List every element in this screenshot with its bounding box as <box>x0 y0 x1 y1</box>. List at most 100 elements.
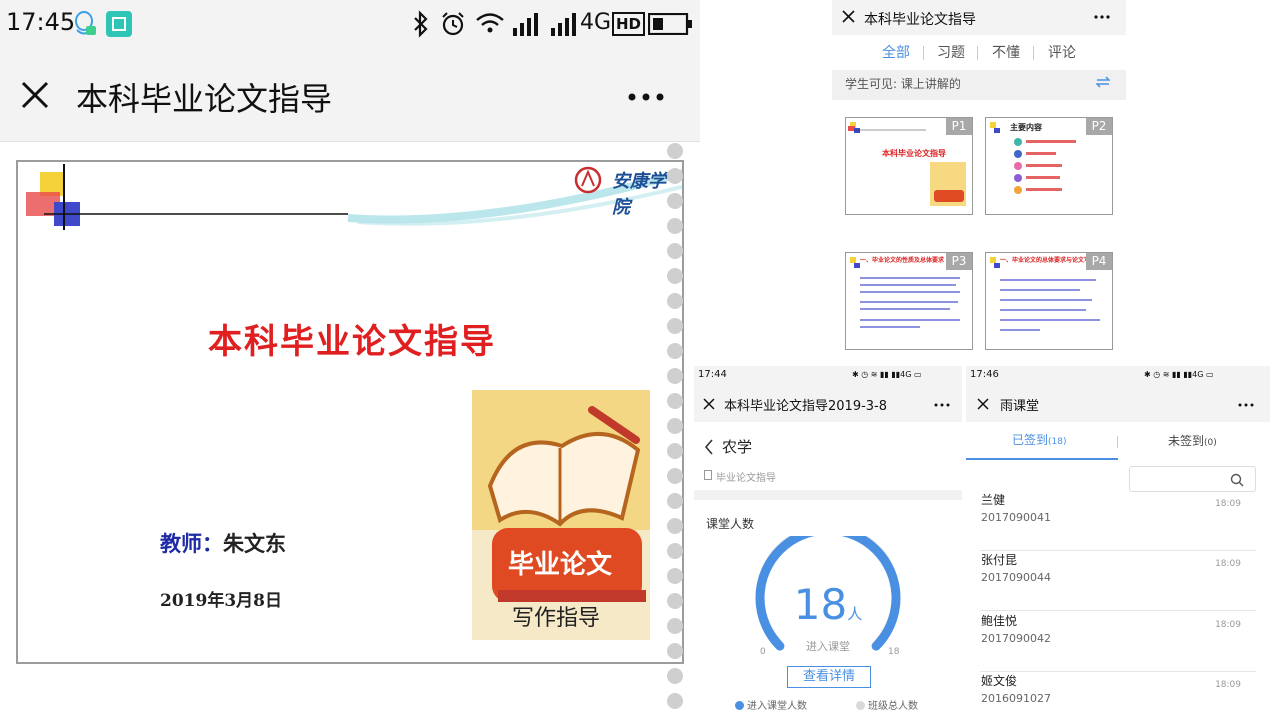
status-time: 17:46 <box>970 369 999 380</box>
qq-icon <box>75 11 96 35</box>
student-id: 2017090044 <box>981 571 1051 584</box>
search-input[interactable] <box>1129 466 1256 492</box>
thumbnail-heading: 本科毕业论文指导 <box>882 149 946 158</box>
teacher-line: 教师：朱文东 <box>160 528 286 558</box>
page-number: P1 <box>946 118 972 135</box>
book-label: 毕业论文 <box>508 550 613 580</box>
binding-ring <box>667 368 683 384</box>
signal-icon <box>513 13 538 36</box>
nav-title: 雨课堂 <box>1000 399 1040 414</box>
switch-icon[interactable] <box>1096 76 1110 88</box>
section-title: 课堂人数 <box>706 517 755 531</box>
slide-thumbnail[interactable]: 一、毕业论文的总体要求与论文写作规则 P4 <box>985 252 1113 350</box>
slide-thumbnail[interactable]: 一、毕业论文的性质及总体要求 P3 <box>845 252 973 350</box>
nav-title: 本科毕业论文指导 <box>864 12 976 28</box>
more-icon[interactable] <box>1094 15 1110 19</box>
binding-ring <box>667 268 683 284</box>
student-row[interactable]: 鲍佳悦 2017090042 18:09 <box>980 612 1256 672</box>
binding-ring <box>667 593 683 609</box>
legend-label: 班级总人数 <box>868 701 918 712</box>
slide-header-decoration <box>26 164 682 230</box>
teacher-label: 教师： <box>160 531 223 556</box>
status-bar: 17:46 ✱ ◷ ≋ ▮▮ ▮▮4G ▭ <box>966 366 1270 386</box>
binding-ring <box>667 243 683 259</box>
main-phone-screen: 17:45 4G HD 本科毕业论文指导 安康学院 本科毕业论文指导 教师：朱文… <box>0 0 700 720</box>
student-name: 张付昆 <box>981 553 1018 567</box>
close-icon[interactable] <box>842 10 855 23</box>
binding-ring <box>667 168 683 184</box>
thumbnail-heading: 一、毕业论文的性质及总体要求 <box>860 257 945 264</box>
nav-title: 本科毕业论文指导2019-3-8 <box>724 399 888 414</box>
more-icon[interactable] <box>934 403 950 407</box>
tab-all[interactable]: 全部 <box>882 42 910 62</box>
tab-exercises[interactable]: 习题 <box>937 42 965 62</box>
tab-comments[interactable]: 评论 <box>1048 42 1076 62</box>
page-number: P3 <box>946 253 972 270</box>
bluetooth-icon <box>414 10 428 38</box>
binding-ring <box>667 618 683 634</box>
more-icon[interactable] <box>1238 403 1254 407</box>
binding-ring <box>667 143 683 159</box>
gauge-max: 18 <box>888 647 900 657</box>
slide-thumbnail[interactable]: 本科毕业论文指导 P1 <box>845 117 973 215</box>
legend-item: 进入课堂人数 <box>735 697 807 712</box>
alarm-icon <box>442 12 464 36</box>
close-icon[interactable] <box>20 80 50 110</box>
page-number: P2 <box>1086 118 1112 135</box>
tab-divider <box>1033 46 1034 60</box>
sign-in-list-screen: 17:46 ✱ ◷ ≋ ▮▮ ▮▮4G ▭ 雨课堂 已签到(18) 未签到(0)… <box>966 366 1270 720</box>
back-icon[interactable] <box>704 439 714 455</box>
course-name: 农学 <box>722 438 753 456</box>
book-sublabel: 写作指导 <box>512 606 601 631</box>
active-tab-indicator <box>966 458 1118 460</box>
student-row[interactable]: 兰健 2017090041 18:09 <box>980 491 1256 551</box>
legend-swatch <box>856 701 865 710</box>
nav-bar: 本科毕业论文指导 <box>832 0 1126 35</box>
tab-not-signed-in[interactable]: 未签到(0) <box>1168 432 1217 449</box>
binding-ring <box>667 643 683 659</box>
student-id: 2016091027 <box>981 692 1051 705</box>
book-illustration: 毕业论文 写作指导 <box>472 390 650 640</box>
slides-list-header: 本科毕业论文指导 全部 习题 不懂 评论 学生可见: 课上讲解的 <box>832 0 1126 100</box>
tab-signed-in[interactable]: 已签到(18) <box>1012 431 1067 448</box>
binding-ring <box>667 468 683 484</box>
slide-thumbnail[interactable]: 主要内容 P2 <box>985 117 1113 215</box>
binding-ring <box>667 568 683 584</box>
tab-unsigned-count: (0) <box>1204 438 1217 448</box>
status-bar: 17:44 ✱ ◷ ≋ ▮▮ ▮▮4G ▭ <box>694 366 962 386</box>
student-row[interactable]: 张付昆 2017090044 18:09 <box>980 551 1256 611</box>
binding-ring <box>667 493 683 509</box>
view-details-button[interactable]: 查看详情 <box>787 666 871 688</box>
binding-ring <box>667 343 683 359</box>
close-icon[interactable] <box>977 398 989 410</box>
student-id: 2017090041 <box>981 511 1051 524</box>
tab-dont-understand[interactable]: 不懂 <box>992 42 1020 62</box>
page-number: P4 <box>1086 253 1112 270</box>
binding-ring <box>667 668 683 684</box>
binding-ring <box>667 418 683 434</box>
scan-app-icon <box>106 11 132 37</box>
sign-in-time: 18:09 <box>1215 620 1241 630</box>
tab-unsigned-label: 未签到 <box>1168 434 1205 448</box>
nav-bar: 本科毕业论文指导2019-3-8 <box>694 386 962 422</box>
binding-ring <box>667 518 683 534</box>
slide-view[interactable]: 安康学院 本科毕业论文指导 教师：朱文东 2019年3月8日 毕业论文 写作指导 <box>16 160 684 664</box>
student-row[interactable]: 姬文俊 2016091027 18:09 <box>980 672 1256 720</box>
nav-title: 本科毕业论文指导 <box>76 80 333 118</box>
gauge-unit: 人 <box>847 605 863 623</box>
legend-swatch <box>735 701 744 710</box>
gauge-number: 18 <box>793 580 848 629</box>
binding-ring <box>667 693 683 709</box>
more-icon[interactable] <box>628 92 664 102</box>
search-icon <box>1230 473 1244 487</box>
gauge-value: 18人 <box>694 580 962 629</box>
tab-signed-label: 已签到 <box>1012 433 1049 447</box>
lesson-name: 毕业论文指导 <box>716 473 776 484</box>
visibility-text: 学生可见: 课上讲解的 <box>845 77 961 91</box>
student-name: 鲍佳悦 <box>981 614 1018 628</box>
tab-divider <box>977 46 978 60</box>
close-icon[interactable] <box>703 398 715 410</box>
binding-ring <box>667 318 683 334</box>
legend-item: 班级总人数 <box>856 697 918 712</box>
visibility-bar: 学生可见: 课上讲解的 <box>832 70 1126 100</box>
